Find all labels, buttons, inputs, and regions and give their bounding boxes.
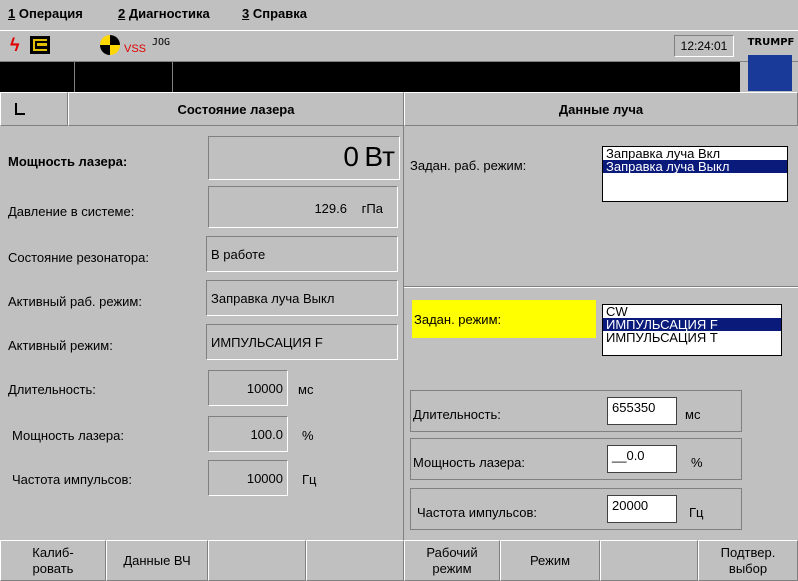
- active-work-mode-value: Заправка луча Выкл: [211, 291, 335, 306]
- mode-button[interactable]: Режим: [500, 540, 600, 581]
- set-mode-highlight: Задан. режим:: [412, 300, 596, 338]
- set-work-mode-label: Задан. раб. режим:: [410, 158, 527, 173]
- empty-button-1[interactable]: [208, 540, 306, 581]
- radiation-icon: [100, 35, 120, 55]
- clock: 12:24:01: [674, 35, 734, 57]
- graph-button[interactable]: [0, 92, 68, 126]
- mode-listbox[interactable]: CW ИМПУЛЬСАЦИЯ F ИМПУЛЬСАЦИЯ T: [602, 304, 782, 356]
- divider: [404, 286, 798, 288]
- trumpf-logo: TRUMPF: [744, 33, 798, 91]
- shutter-icon: [30, 36, 50, 54]
- set-power-unit: %: [691, 455, 703, 470]
- laser-status-panel: Мощность лазера: 0 Вт Давление в системе…: [0, 126, 404, 540]
- active-work-mode-label: Активный раб. режим:: [8, 294, 142, 309]
- laser-power-unit: Вт: [364, 141, 395, 172]
- work-mode-listbox[interactable]: Заправка луча Вкл Заправка луча Выкл: [602, 146, 788, 202]
- mode-option-pulse-t[interactable]: ИМПУЛЬСАЦИЯ T: [603, 331, 781, 344]
- axis-icon: [15, 103, 25, 115]
- set-pulse-freq-unit: Гц: [689, 505, 704, 520]
- power-group: Мощность лазера: __0.0 %: [410, 438, 742, 480]
- menu-item-operation[interactable]: 1 Операция: [8, 6, 83, 21]
- pressure-display: 129.6 гПа: [208, 186, 398, 228]
- set-power-label: Мощность лазера:: [413, 455, 525, 470]
- menu-bar: 1 Операция 2 Диагностика 3 Справка: [0, 0, 798, 30]
- active-mode-display: ИМПУЛЬСАЦИЯ F: [206, 324, 398, 360]
- power-pct-label: Мощность лазера:: [12, 428, 124, 443]
- set-duration-label: Длительность:: [413, 407, 501, 422]
- work-mode-button[interactable]: Рабочий режим: [404, 540, 500, 581]
- active-work-mode-display: Заправка луча Выкл: [206, 280, 398, 316]
- duration-unit: мс: [298, 382, 314, 397]
- set-mode-label: Задан. режим:: [414, 312, 502, 327]
- power-input-value: __0.0: [612, 448, 645, 463]
- duration-label: Длительность:: [8, 382, 96, 397]
- jog-label: JOG: [152, 37, 171, 48]
- calibrate-button[interactable]: Калиб- ровать: [0, 540, 106, 581]
- beam-data-panel: Задан. раб. режим: Заправка луча Вкл Зап…: [404, 126, 798, 540]
- active-mode-label: Активный режим:: [8, 338, 113, 353]
- duration-input-value: 655350: [612, 400, 656, 415]
- menu-item-diagnostics[interactable]: 2 Диагностика: [118, 6, 210, 21]
- duration-input[interactable]: 655350: [607, 397, 677, 425]
- pulse-freq-value: 10000: [246, 471, 283, 486]
- resonator-value: В работе: [211, 247, 266, 262]
- pulse-freq-input-value: 20000: [612, 498, 649, 513]
- resonator-label: Состояние резонатора:: [8, 250, 149, 265]
- confirm-selection-button[interactable]: Подтвер. выбор: [698, 540, 798, 581]
- power-pct-unit: %: [302, 428, 314, 443]
- pressure-label: Давление в системе:: [8, 204, 135, 219]
- active-mode-value: ИМПУЛЬСАЦИЯ F: [211, 335, 323, 350]
- resonator-display: В работе: [206, 236, 398, 272]
- pressure-value: 129.6: [314, 201, 347, 216]
- power-input[interactable]: __0.0: [607, 445, 677, 473]
- brand-text: TRUMPF: [747, 37, 795, 48]
- hf-data-button[interactable]: Данные ВЧ: [106, 540, 208, 581]
- pulse-freq-group: Частота импульсов: 20000 Гц: [410, 488, 742, 530]
- power-pct-value: 100.0: [250, 427, 283, 442]
- laser-power-display: 0 Вт: [208, 136, 400, 180]
- message-bar: [0, 62, 740, 92]
- set-duration-unit: мс: [685, 407, 701, 422]
- laser-status-title: Состояние лазера: [68, 92, 404, 126]
- duration-display: 10000: [208, 370, 288, 406]
- pulse-freq-display: 10000: [208, 460, 288, 496]
- pulse-freq-input[interactable]: 20000: [607, 495, 677, 523]
- work-mode-option-off[interactable]: Заправка луча Выкл: [603, 160, 787, 173]
- vss-label: VSS: [124, 43, 147, 55]
- laser-warning-icon: ϟ: [10, 35, 20, 55]
- power-pct-display: 100.0: [208, 416, 288, 452]
- status-toolbar: ϟ VSS JOG 12:24:01 TRUMPF: [0, 30, 798, 91]
- duration-value: 10000: [246, 381, 283, 396]
- pressure-unit: гПа: [361, 201, 383, 216]
- brand-box: [748, 55, 792, 91]
- duration-group: Длительность: 655350 мс: [410, 390, 742, 432]
- menu-item-help[interactable]: 3 Справка: [242, 6, 307, 21]
- pulse-freq-unit: Гц: [302, 472, 317, 487]
- beam-data-title: Данные луча: [404, 92, 798, 126]
- laser-power-value: 0: [343, 141, 359, 172]
- laser-power-label: Мощность лазера:: [8, 154, 128, 169]
- set-pulse-freq-label: Частота импульсов:: [417, 505, 538, 520]
- empty-button-3[interactable]: [600, 540, 698, 581]
- empty-button-2[interactable]: [306, 540, 404, 581]
- pulse-freq-label: Частота импульсов:: [12, 472, 133, 487]
